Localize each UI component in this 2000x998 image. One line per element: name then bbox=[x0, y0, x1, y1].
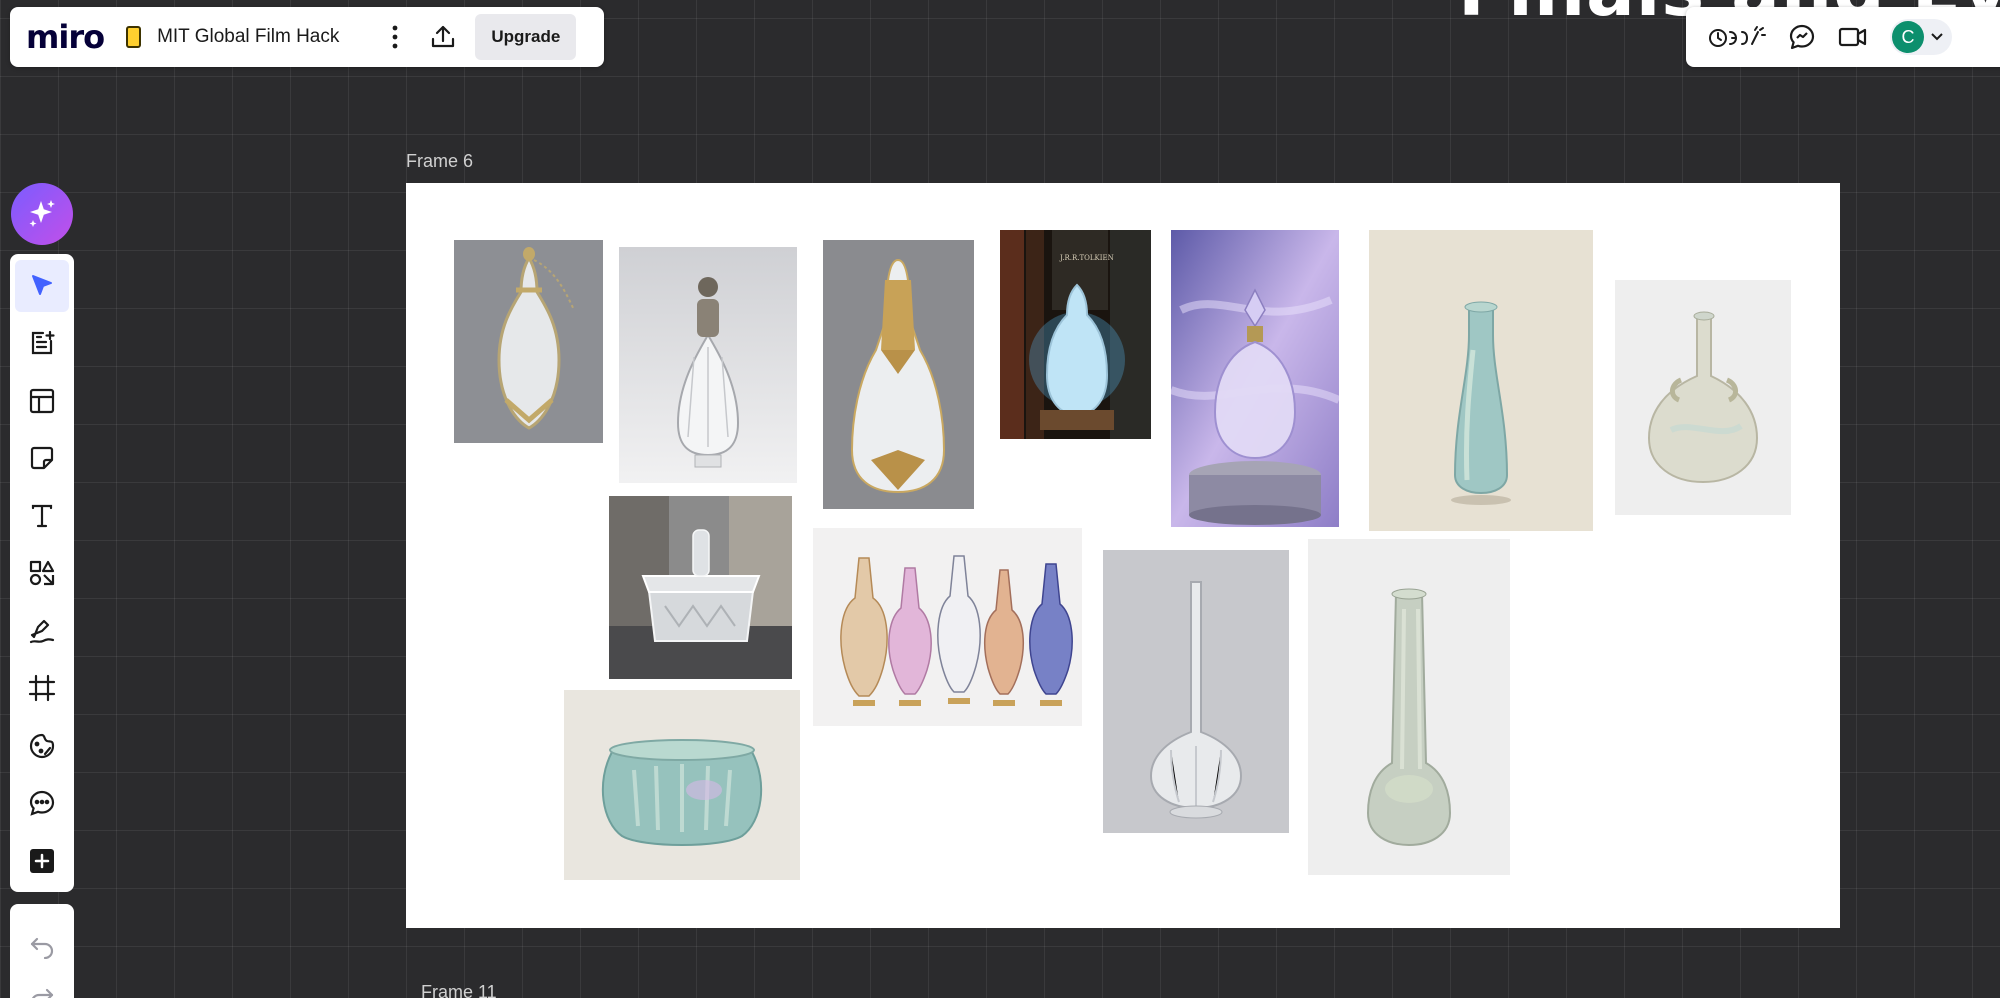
text-tool[interactable] bbox=[15, 490, 69, 542]
image-cut-glass-box[interactable] bbox=[609, 496, 792, 679]
image-glowing-tolkien-bottle[interactable]: J.R.R.TOLKIEN bbox=[1000, 230, 1151, 439]
board-icon bbox=[126, 26, 142, 48]
image-silver-cap-bottle[interactable] bbox=[619, 247, 797, 483]
ai-assist-button[interactable] bbox=[11, 183, 73, 245]
history-bar bbox=[10, 904, 74, 998]
image-long-neck-glass-bottle[interactable] bbox=[1308, 539, 1510, 875]
image-gold-teardrop-bottle[interactable] bbox=[823, 240, 974, 509]
upgrade-button[interactable]: Upgrade bbox=[475, 14, 577, 60]
frame-tool[interactable] bbox=[15, 662, 69, 714]
user-menu[interactable]: C bbox=[1890, 19, 1952, 55]
reactions-icon[interactable] bbox=[1708, 22, 1766, 52]
pen-tool[interactable] bbox=[15, 605, 69, 657]
collaboration-bar: C bbox=[1686, 7, 2000, 67]
image-purple-mist-bottle[interactable] bbox=[1171, 230, 1339, 527]
board-name[interactable]: MIT Global Film Hack bbox=[157, 26, 339, 48]
miro-logo[interactable]: miro bbox=[26, 18, 105, 56]
image-handled-glass-bottle[interactable] bbox=[1615, 280, 1791, 515]
svg-text:J.R.R.TOLKIEN: J.R.R.TOLKIEN bbox=[1059, 254, 1114, 262]
video-call-icon[interactable] bbox=[1838, 24, 1868, 50]
frame-label-11[interactable]: Frame 11 bbox=[421, 982, 497, 998]
chat-icon[interactable] bbox=[1788, 23, 1816, 51]
shapes-tool[interactable] bbox=[15, 547, 69, 599]
image-iridescent-flask[interactable] bbox=[1369, 230, 1593, 531]
creation-toolbar bbox=[10, 254, 74, 892]
upload-icon[interactable] bbox=[423, 17, 463, 57]
sparkle-icon bbox=[29, 200, 55, 227]
board-header: miro MIT Global Film Hack Upgrade bbox=[10, 7, 604, 67]
image-sprinkler-bottle[interactable] bbox=[1103, 550, 1289, 833]
select-tool[interactable] bbox=[15, 260, 69, 312]
image-filigree-bottle[interactable] bbox=[454, 240, 603, 443]
image-egyptian-bottles[interactable] bbox=[813, 528, 1082, 726]
add-apps-tool[interactable] bbox=[15, 835, 69, 887]
undo-icon[interactable] bbox=[15, 922, 69, 967]
templates-doc-tool[interactable] bbox=[15, 317, 69, 369]
redo-icon[interactable] bbox=[15, 973, 69, 998]
chevron-down-icon bbox=[1931, 33, 1943, 41]
layout-tool[interactable] bbox=[15, 375, 69, 427]
comment-tool[interactable] bbox=[15, 777, 69, 829]
avatar[interactable]: C bbox=[1892, 21, 1924, 53]
image-iridescent-bowl[interactable] bbox=[564, 690, 800, 880]
more-vertical-icon[interactable] bbox=[375, 17, 415, 57]
frame-label-6[interactable]: Frame 6 bbox=[406, 151, 473, 172]
sticky-note-tool[interactable] bbox=[15, 432, 69, 484]
frame-6[interactable]: J.R.R.TOLKIEN bbox=[406, 183, 1840, 928]
sticker-tool[interactable] bbox=[15, 720, 69, 772]
